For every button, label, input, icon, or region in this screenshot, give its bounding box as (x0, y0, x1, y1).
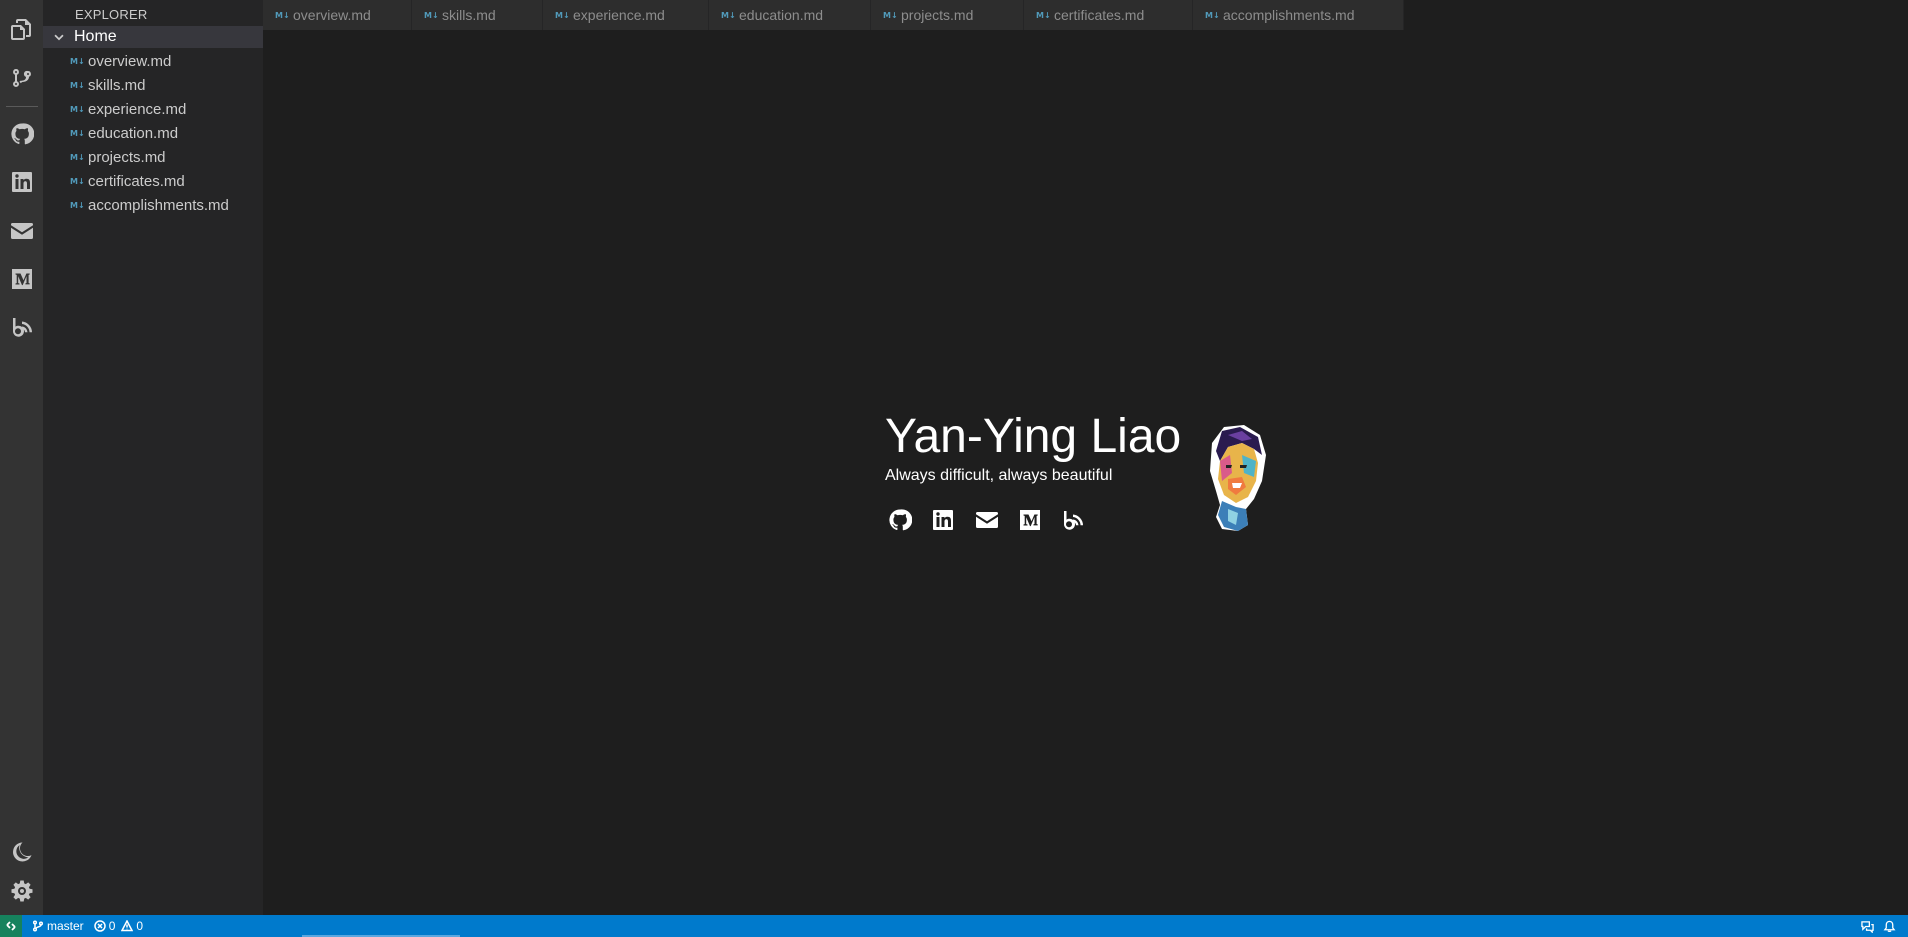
tab-label: skills.md (442, 7, 496, 23)
settings-gear-icon[interactable] (6, 875, 38, 907)
file-label: overview.md (88, 52, 172, 70)
feedback-icon[interactable] (1856, 915, 1878, 937)
tab-label: certificates.md (1054, 7, 1145, 23)
chevron-down-icon (54, 34, 64, 41)
file-label: certificates.md (88, 172, 185, 190)
vscode-portfolio-window: EXPLORER Home M↓ overview.md M↓ skills.m… (0, 0, 1908, 937)
hero-section: Yan-Ying Liao Always difficult, always b… (885, 405, 1285, 545)
remote-icon (6, 921, 16, 931)
explorer-icon[interactable] (6, 13, 38, 45)
error-icon (93, 920, 106, 932)
folder-home[interactable]: Home (43, 26, 263, 48)
markdown-icon: M↓ (70, 200, 85, 210)
notifications-bell-icon[interactable] (1878, 915, 1900, 937)
error-count: 0 (108, 919, 116, 933)
file-item-skills[interactable]: M↓ skills.md (43, 73, 263, 97)
tab-education[interactable]: M↓ education.md (709, 0, 871, 30)
file-label: skills.md (88, 76, 146, 94)
blog-icon[interactable] (1058, 505, 1088, 535)
source-control-icon[interactable] (6, 62, 38, 94)
tab-experience[interactable]: M↓ experience.md (543, 0, 709, 30)
markdown-icon: M↓ (70, 104, 85, 114)
markdown-icon: M↓ (70, 56, 85, 66)
markdown-icon: M↓ (70, 128, 85, 138)
status-bar: master 0 0 (0, 915, 1908, 937)
markdown-icon: M↓ (424, 10, 439, 20)
tab-accomplishments[interactable]: M↓ accomplishments.md (1193, 0, 1404, 30)
remote-indicator[interactable] (0, 915, 22, 937)
tab-label: experience.md (573, 7, 665, 23)
file-label: accomplishments.md (88, 196, 229, 214)
medium-icon[interactable] (6, 263, 38, 295)
markdown-icon: M↓ (70, 80, 85, 90)
markdown-icon: M↓ (275, 10, 290, 20)
file-item-education[interactable]: M↓ education.md (43, 121, 263, 145)
activity-separator (6, 106, 38, 107)
status-bar-right (1856, 915, 1900, 937)
file-item-overview[interactable]: M↓ overview.md (43, 49, 263, 73)
email-icon[interactable] (6, 215, 38, 247)
tab-label: education.md (739, 7, 824, 23)
linkedin-icon[interactable] (6, 166, 38, 198)
linkedin-icon[interactable] (928, 505, 958, 535)
markdown-icon: M↓ (1205, 10, 1220, 20)
folder-label: Home (74, 28, 117, 45)
tab-skills[interactable]: M↓ skills.md (412, 0, 543, 30)
explorer-sidebar: EXPLORER Home M↓ overview.md M↓ skills.m… (43, 0, 263, 915)
medium-icon[interactable] (1015, 505, 1045, 535)
markdown-icon: M↓ (721, 10, 736, 20)
tab-label: accomplishments.md (1223, 7, 1355, 23)
explorer-title: EXPLORER (75, 7, 148, 22)
tab-label: projects.md (901, 7, 974, 23)
email-icon[interactable] (972, 505, 1002, 535)
branch-name: master (47, 919, 84, 933)
markdown-icon: M↓ (70, 152, 85, 162)
warning-count: 0 (136, 919, 144, 933)
tab-label: overview.md (293, 7, 371, 23)
markdown-icon: M↓ (70, 176, 85, 186)
tab-overview[interactable]: M↓ overview.md (263, 0, 412, 30)
tab-projects[interactable]: M↓ projects.md (871, 0, 1024, 30)
problems-status[interactable]: 0 0 (93, 919, 144, 933)
markdown-icon: M↓ (1036, 10, 1051, 20)
github-icon[interactable] (885, 505, 915, 535)
hero-name: Yan-Ying Liao (885, 410, 1182, 463)
branch-icon (32, 920, 44, 932)
file-item-certificates[interactable]: M↓ certificates.md (43, 169, 263, 193)
tab-bar: M↓ overview.md M↓ skills.md M↓ experienc… (263, 0, 1908, 30)
file-item-experience[interactable]: M↓ experience.md (43, 97, 263, 121)
warning-icon (121, 920, 134, 932)
github-icon[interactable] (6, 118, 38, 150)
activity-bar (0, 0, 43, 915)
tab-certificates[interactable]: M↓ certificates.md (1024, 0, 1193, 30)
file-label: projects.md (88, 148, 166, 166)
markdown-icon: M↓ (555, 10, 570, 20)
file-label: experience.md (88, 100, 187, 118)
branch-status[interactable]: master (32, 919, 84, 933)
markdown-icon: M↓ (883, 10, 898, 20)
blog-icon[interactable] (6, 311, 38, 343)
file-item-projects[interactable]: M↓ projects.md (43, 145, 263, 169)
file-item-accomplishments[interactable]: M↓ accomplishments.md (43, 193, 263, 217)
avatar (1210, 425, 1266, 531)
file-label: education.md (88, 124, 179, 142)
theme-moon-icon[interactable] (6, 836, 38, 868)
hero-tagline: Always difficult, always beautiful (885, 467, 1113, 484)
